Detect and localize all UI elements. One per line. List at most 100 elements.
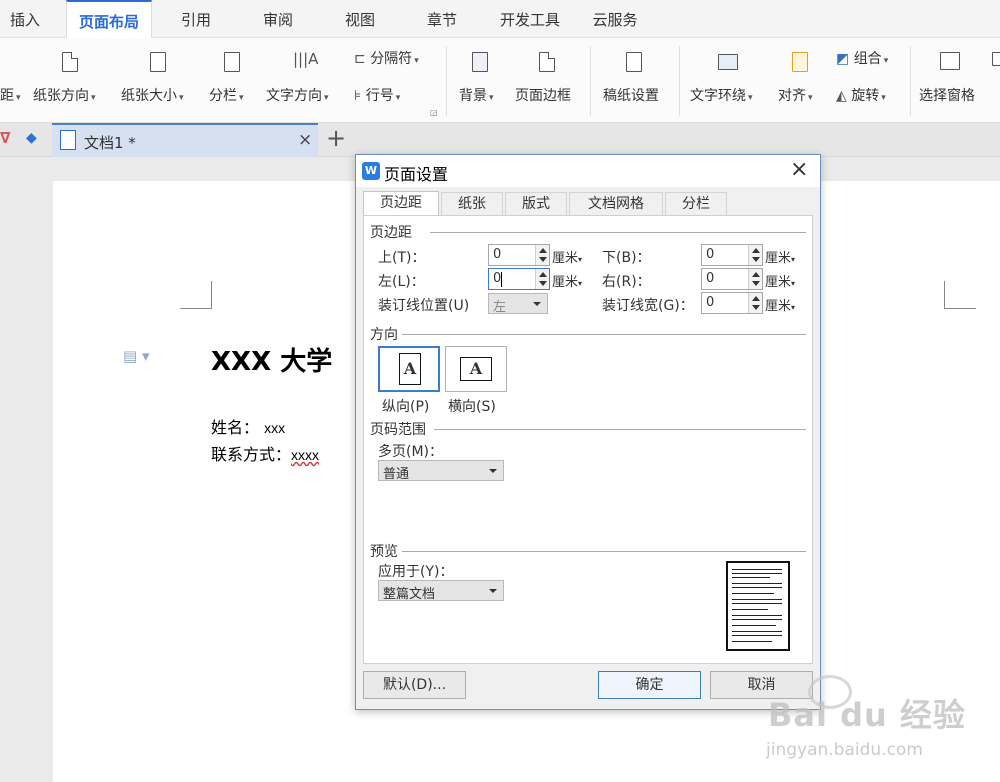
bottom-margin-input[interactable]: 0 bbox=[701, 244, 763, 266]
tab-margins[interactable]: 页边距 bbox=[363, 191, 439, 216]
unit-dropdown[interactable]: 厘米▾ bbox=[552, 271, 582, 290]
baidu-watermark-url: jingyan.baidu.com bbox=[766, 740, 923, 760]
ok-button[interactable]: 确定 bbox=[598, 671, 701, 699]
dialog-close-icon[interactable]: × bbox=[790, 157, 808, 182]
manuscript-button[interactable]: 稿纸设置 bbox=[603, 85, 659, 105]
group-button[interactable]: ◩ 组合 ▾ bbox=[836, 48, 888, 68]
apply-to-label: 应用于(Y)： bbox=[378, 564, 454, 580]
close-icon[interactable]: × bbox=[298, 130, 312, 150]
columns-button[interactable]: 分栏 ▾ bbox=[209, 85, 244, 105]
document-heading: XXX 大学 bbox=[211, 347, 333, 377]
tab-insert[interactable]: 插入 bbox=[0, 0, 50, 38]
new-tab-icon[interactable]: + bbox=[326, 124, 346, 152]
line-numbers-button[interactable]: ⊧ 行号 ▾ bbox=[354, 85, 400, 105]
spinner-arrows-icon[interactable] bbox=[748, 245, 762, 265]
spinner-arrows-icon[interactable] bbox=[748, 293, 762, 313]
columns-icon bbox=[224, 52, 240, 72]
margin-corner-mark bbox=[944, 281, 976, 309]
chevron-down-icon bbox=[489, 589, 497, 593]
unit-dropdown[interactable]: 厘米▾ bbox=[765, 247, 795, 266]
selection-pane-icon bbox=[940, 52, 960, 70]
ribbon-separator bbox=[910, 46, 911, 116]
tab-document-grid[interactable]: 文档网格 bbox=[569, 192, 663, 215]
margin-corner-mark bbox=[180, 281, 212, 309]
background-icon bbox=[472, 52, 488, 72]
selection-pane-button[interactable]: 选择窗格 bbox=[919, 85, 975, 105]
paw-icon bbox=[808, 675, 852, 709]
tab-section[interactable]: 章节 bbox=[414, 0, 470, 38]
document-icon bbox=[60, 130, 76, 150]
chevron-down-icon bbox=[489, 469, 497, 473]
pages-section-label: 页码范围 bbox=[370, 422, 426, 438]
text-direction-button[interactable]: 文字方向 ▾ bbox=[266, 85, 329, 105]
rotate-button[interactable]: ◭ 旋转 ▾ bbox=[836, 85, 886, 105]
chevron-down-icon bbox=[533, 302, 541, 306]
landscape-option[interactable]: A bbox=[445, 346, 507, 392]
page-setup-dialog: W 页面设置 × 页边距 纸张 版式 文档网格 分栏 页边距 上(T)： 0 厘… bbox=[355, 154, 821, 710]
tab-review[interactable]: 审阅 bbox=[250, 0, 306, 38]
gutter-width-input[interactable]: 0 bbox=[701, 292, 763, 314]
top-margin-label: 上(T)： bbox=[378, 250, 426, 266]
unit-dropdown[interactable]: 厘米▾ bbox=[765, 271, 795, 290]
landscape-page-icon: A bbox=[460, 357, 492, 381]
paragraph-icon[interactable]: ▤ ▾ bbox=[123, 347, 149, 365]
ribbon-separator bbox=[446, 46, 447, 116]
landscape-label[interactable]: 横向(S) bbox=[448, 396, 496, 416]
gutter-position-select[interactable]: 左 bbox=[488, 293, 548, 315]
tab-page-layout[interactable]: 页面布局 bbox=[66, 0, 152, 38]
unit-dropdown[interactable]: 厘米▾ bbox=[552, 247, 582, 266]
tab-references[interactable]: 引用 bbox=[168, 0, 224, 38]
tab-view[interactable]: 视图 bbox=[332, 0, 388, 38]
multiple-pages-select[interactable]: 普通 bbox=[378, 460, 504, 482]
tab-developer[interactable]: 开发工具 bbox=[488, 0, 572, 38]
tab-cloud[interactable]: 云服务 bbox=[584, 0, 646, 38]
name-line: 姓名： xxx bbox=[211, 418, 286, 437]
breaks-button[interactable]: ⊏ 分隔符 ▾ bbox=[354, 48, 419, 68]
orientation-section-label: 方向 bbox=[370, 327, 398, 343]
ribbon-separator bbox=[590, 46, 591, 116]
cube-icon[interactable]: ◆ bbox=[26, 130, 37, 146]
spinner-arrows-icon[interactable] bbox=[748, 269, 762, 289]
spinner-arrows-icon[interactable] bbox=[535, 269, 549, 289]
portrait-label[interactable]: 纵向(P) bbox=[382, 396, 429, 416]
left-margin-input[interactable]: 0 bbox=[488, 268, 550, 290]
paper-size-icon bbox=[150, 52, 166, 72]
portrait-option[interactable]: A bbox=[378, 346, 440, 392]
menu-bar: 插入 页面布局 引用 审阅 视图 章节 开发工具 云服务 bbox=[0, 0, 1000, 38]
tab-columns[interactable]: 分栏 bbox=[665, 192, 727, 215]
apply-to-select[interactable]: 整篇文档 bbox=[378, 580, 504, 602]
section-divider bbox=[434, 429, 806, 430]
dialog-launcher-icon[interactable]: ◲ bbox=[430, 108, 438, 117]
document-tab[interactable]: 文档1 * × bbox=[52, 123, 318, 157]
section-divider bbox=[430, 232, 806, 233]
gutter-width-label: 装订线宽(G)： bbox=[602, 298, 694, 314]
align-button[interactable]: 对齐 ▾ bbox=[778, 85, 813, 105]
margins-button[interactable]: 距 ▾ bbox=[0, 85, 21, 105]
paper-size-button[interactable]: 纸张大小 ▾ bbox=[121, 85, 184, 105]
gutter-position-label: 装订线位置(U) bbox=[378, 298, 470, 314]
ribbon: 距 ▾ 纸张方向 ▾ 纸张大小 ▾ 分栏 ▾ |||A 文字方向 ▾ ⊏ 分隔符 ▾ ⊧ 行… bbox=[0, 38, 1000, 123]
default-button[interactable]: 默认(D)... bbox=[363, 671, 466, 699]
multiple-pages-label: 多页(M)： bbox=[378, 444, 444, 460]
line-numbers-icon: ⊧ bbox=[354, 88, 366, 104]
spinner-arrows-icon[interactable] bbox=[535, 245, 549, 265]
document-tab-bar: ∇ ◆ 文档1 * × + bbox=[0, 123, 1000, 157]
left-margin-label: 左(L)： bbox=[378, 274, 425, 290]
wps-logo-icon: W bbox=[362, 162, 380, 180]
contact-line: 联系方式：xxxx bbox=[211, 445, 320, 464]
page-preview bbox=[726, 561, 790, 651]
portrait-page-icon: A bbox=[399, 353, 421, 385]
right-margin-input[interactable]: 0 bbox=[701, 268, 763, 290]
unit-dropdown[interactable]: 厘米▾ bbox=[765, 295, 795, 314]
tab-layout[interactable]: 版式 bbox=[505, 192, 567, 215]
tab-paper[interactable]: 纸张 bbox=[441, 192, 503, 215]
text-wrap-button[interactable]: 文字环绕 ▾ bbox=[690, 85, 753, 105]
page-border-button[interactable]: 页面边框 bbox=[515, 85, 571, 105]
top-margin-input[interactable]: 0 bbox=[488, 244, 550, 266]
dialog-title-bar: W 页面设置 × bbox=[356, 155, 820, 187]
more-icon[interactable] bbox=[992, 52, 1000, 66]
pin-icon[interactable]: ∇ bbox=[0, 129, 10, 147]
page-border-icon bbox=[539, 52, 555, 72]
orientation-button[interactable]: 纸张方向 ▾ bbox=[33, 85, 96, 105]
background-button[interactable]: 背景 ▾ bbox=[459, 85, 494, 105]
